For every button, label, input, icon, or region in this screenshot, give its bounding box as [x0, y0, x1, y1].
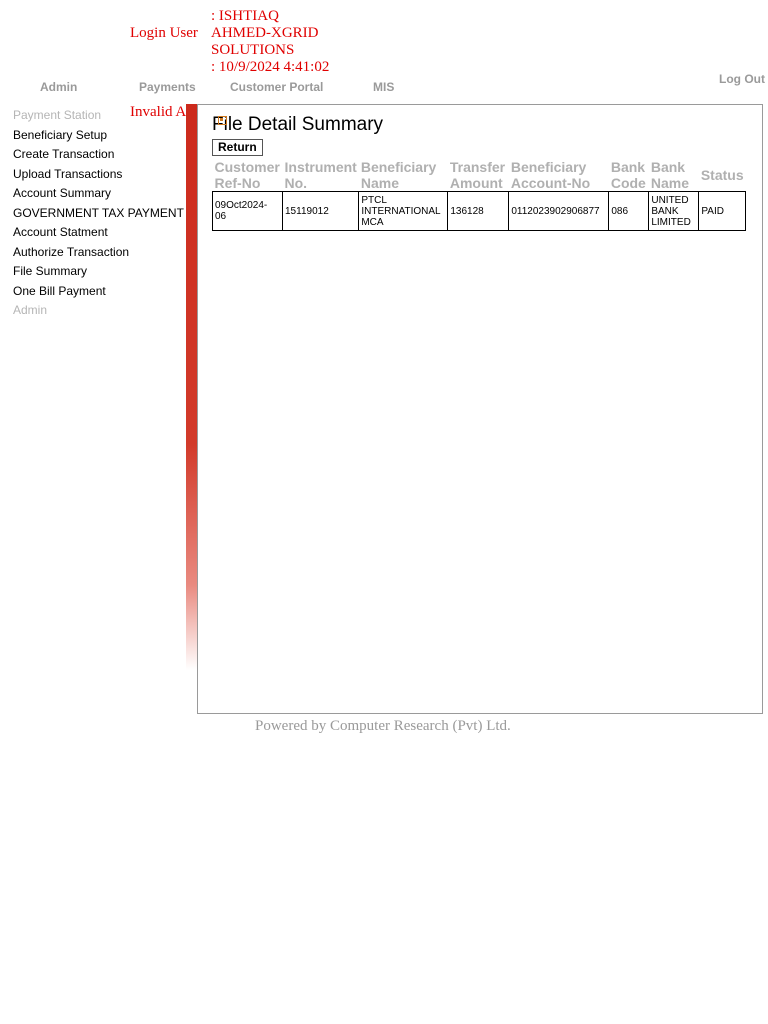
- column-header: Instrument No.: [283, 159, 359, 192]
- column-header-line: Beneficiary: [510, 159, 587, 175]
- cell-text: PTCL: [361, 194, 387, 206]
- column-header-line: Customer: [214, 159, 280, 175]
- cell-customer-ref: 09Oct2024- 06: [212, 191, 283, 231]
- user-name-line: : ISHTIAQ: [211, 8, 279, 24]
- nav-customer-portal[interactable]: Customer Portal: [230, 80, 323, 94]
- sidebar-divider-bar: [186, 104, 197, 670]
- cell-text: 06: [215, 211, 227, 222]
- footer-text: Powered by Computer Research (Pvt) Ltd.: [255, 718, 511, 734]
- column-header: Customer Ref-No: [213, 159, 283, 192]
- sidebar: Payment Station Beneficiary Setup Create…: [13, 106, 188, 321]
- cell-bank-name: UNITED BANK LIMITED: [648, 191, 700, 231]
- cell-text: UNITED: [651, 194, 689, 206]
- column-header-line: Transfer: [449, 159, 506, 175]
- column-header-line: Instrument: [284, 159, 357, 175]
- logout-link[interactable]: Log Out: [719, 72, 765, 86]
- user-name-line: SOLUTIONS: [211, 42, 295, 58]
- return-button[interactable]: Return: [212, 139, 263, 156]
- column-header-line: Bank: [650, 159, 686, 175]
- sidebar-item-account-summary[interactable]: Account Summary: [13, 184, 188, 204]
- nav-payments[interactable]: Payments: [139, 80, 196, 94]
- column-header-line: Status: [700, 167, 744, 183]
- cell-text: INTERNATIONAL: [361, 205, 441, 217]
- login-user-label: Login User: [130, 25, 198, 41]
- top-nav: Admin Payments Customer Portal MIS Log O…: [0, 72, 768, 96]
- cell-instrument-no: 15119012: [281, 191, 360, 231]
- sidebar-item-beneficiary-setup[interactable]: Beneficiary Setup: [13, 126, 188, 146]
- user-name-line: AHMED-XGRID: [211, 25, 319, 41]
- cell-bank-code: 086: [608, 191, 650, 231]
- sidebar-item-government-tax-payment[interactable]: GOVERNMENT TAX PAYMENT: [13, 204, 188, 224]
- column-header: Beneficiary Account-No: [509, 159, 609, 192]
- file-detail-table: Customer Ref-No Instrument No. Beneficia…: [212, 159, 747, 231]
- column-header-line: Account-No: [510, 175, 591, 191]
- column-header-line: Beneficiary: [360, 159, 437, 175]
- column-header-line: Name: [650, 175, 689, 191]
- page-title: File Detail Summary: [212, 114, 384, 135]
- column-header-line: Bank: [610, 159, 646, 175]
- column-header-line: Name: [360, 175, 399, 191]
- nav-admin[interactable]: Admin: [40, 80, 77, 94]
- column-header: Status: [699, 159, 746, 192]
- column-header-line: No.: [284, 175, 308, 191]
- cell-status: PAID: [698, 191, 747, 231]
- login-time: : 10/9/2024 4:41:02: [211, 59, 330, 74]
- broken-image-icon: [218, 116, 227, 125]
- sidebar-item-admin: Admin: [13, 303, 48, 317]
- cell-text: MCA: [361, 216, 384, 228]
- nav-mis[interactable]: MIS: [373, 80, 394, 94]
- sidebar-item-one-bill-payment[interactable]: One Bill Payment: [13, 282, 188, 302]
- column-header: Bank Code: [609, 159, 649, 192]
- cell-beneficiary-name: PTCL INTERNATIONAL MCA: [358, 191, 449, 231]
- table-row: 09Oct2024- 06 15119012 PTCL INTERNATIONA…: [212, 191, 747, 231]
- sidebar-item-create-transaction[interactable]: Create Transaction: [13, 145, 188, 165]
- cell-text: 09Oct2024-: [215, 200, 268, 211]
- column-header-line: Code: [610, 175, 646, 191]
- sidebar-item-upload-transactions[interactable]: Upload Transactions: [13, 165, 188, 185]
- sidebar-item-authorize-transaction[interactable]: Authorize Transaction: [13, 243, 188, 263]
- column-header-line: Amount: [449, 175, 503, 191]
- column-header: Transfer Amount: [448, 159, 509, 192]
- column-header-line: Ref-No: [214, 175, 261, 191]
- cell-text: BANK: [651, 205, 679, 217]
- main-panel: File Detail Summary Return Customer Ref-…: [197, 104, 763, 714]
- cell-transfer-amount: 136128: [447, 191, 510, 231]
- cell-account-no: 0112023902906877: [508, 191, 610, 231]
- sidebar-item-account-statment[interactable]: Account Statment: [13, 223, 188, 243]
- column-header: Beneficiary Name: [359, 159, 448, 192]
- column-header: Bank Name: [649, 159, 699, 192]
- login-user-info: : ISHTIAQ AHMED-XGRID SOLUTIONS : 10/9/2…: [211, 8, 331, 74]
- sidebar-item-file-summary[interactable]: File Summary: [13, 262, 188, 282]
- table-header-row: Customer Ref-No Instrument No. Beneficia…: [213, 159, 746, 192]
- sidebar-item-payment-station: Payment Station: [13, 108, 102, 122]
- cell-text: LIMITED: [651, 216, 691, 228]
